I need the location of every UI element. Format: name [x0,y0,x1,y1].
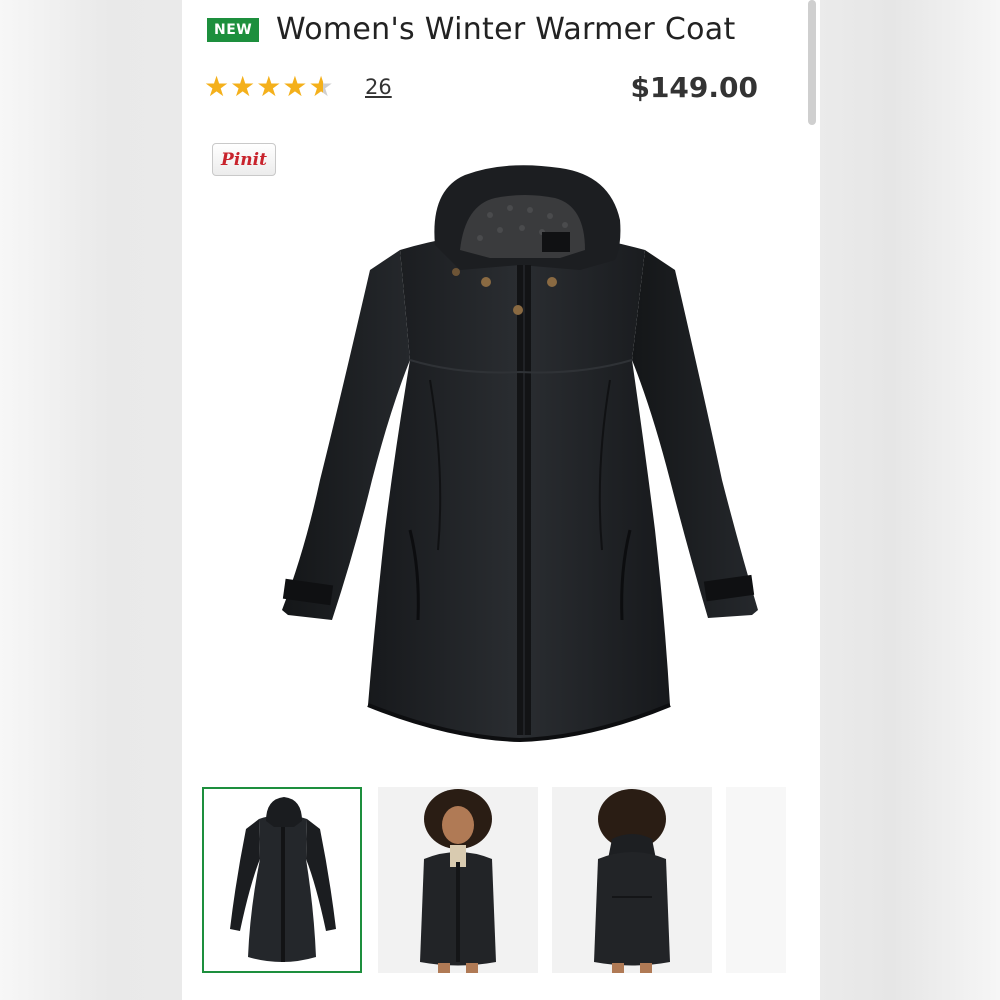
model-front-image [378,787,538,973]
star-full-icon: ★ [256,70,282,103]
review-count-link[interactable]: 26 [365,75,392,99]
model-back-image [552,787,712,973]
product-page: NEW Women's Winter Warmer Coat ★★★★★ 26 … [182,0,820,1000]
scrollbar[interactable] [808,0,816,125]
product-price: $149.00 [630,71,758,104]
left-background [0,0,182,1000]
star-full-icon: ★ [204,70,230,103]
star-full-icon: ★ [230,70,256,103]
thumbnail-partial[interactable] [726,787,786,973]
star-full-icon: ★ [282,70,308,103]
thumbnail-coat-flat[interactable] [202,787,362,973]
thumbnail-model-front[interactable] [378,787,538,973]
product-title: Women's Winter Warmer Coat [276,12,736,47]
new-badge: NEW [207,18,259,42]
thumbnail-strip [202,787,820,975]
thumbnail-model-back[interactable] [552,787,712,973]
coat-thumbnail-image [204,789,360,971]
star-rating[interactable]: ★★★★★ [204,70,335,104]
main-product-image[interactable] [260,150,780,760]
star-half-icon: ★ [308,70,334,103]
right-background [820,0,1000,1000]
coat-image [260,150,780,760]
